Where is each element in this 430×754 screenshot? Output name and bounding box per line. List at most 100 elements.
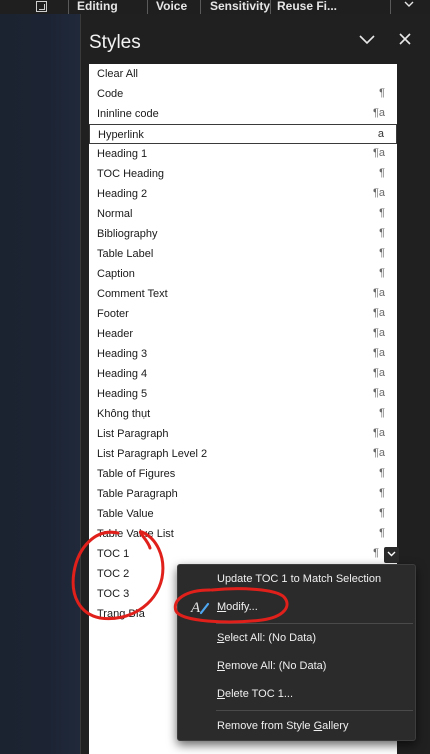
menu-item-select-all[interactable]: Select All: (No Data) (178, 626, 417, 650)
ribbon-group-reuse-files[interactable]: Reuse Fi... (277, 0, 337, 14)
document-background (0, 14, 80, 754)
style-item[interactable]: Heading 4 ¶a (89, 364, 397, 384)
style-type-icon: ¶ (379, 467, 385, 479)
style-name: Hyperlink (98, 129, 144, 141)
style-type-icon: ¶ (373, 547, 379, 559)
menu-item-label: Select All: (No Data) (217, 632, 316, 644)
style-item[interactable]: List Paragraph Level 2 ¶a (89, 444, 397, 464)
style-type-icon: ¶ (379, 207, 385, 219)
style-name: Normal (97, 208, 133, 220)
style-type-icon: ¶ (379, 407, 385, 419)
style-type-icon: ¶ (379, 507, 385, 519)
label-rest: odify... (226, 601, 258, 613)
style-type-icon: ¶a (372, 147, 385, 159)
style-type-icon: ¶ (379, 267, 385, 279)
ribbon-group-editing[interactable]: Editing (77, 0, 118, 14)
style-type-icon: ¶ (379, 227, 385, 239)
ribbon-group-voice[interactable]: Voice (156, 0, 187, 14)
style-item[interactable]: Header ¶a (89, 324, 397, 344)
style-type-icon: ¶a (372, 347, 385, 359)
style-type-icon: ¶a (372, 327, 385, 339)
style-item[interactable]: Không thụt ¶ (89, 404, 397, 424)
accelerator-key: G (313, 720, 323, 732)
style-item[interactable]: List Paragraph ¶a (89, 424, 397, 444)
svg-text:A: A (190, 600, 201, 616)
style-name: Heading 1 (97, 148, 148, 160)
style-item[interactable]: Bibliography ¶ (89, 224, 397, 244)
dialog-launcher-icon[interactable] (36, 1, 47, 12)
ribbon-expand-chevron-icon[interactable] (396, 0, 422, 14)
style-name: Heading 2 (97, 188, 148, 200)
menu-item-modify[interactable]: A Modify... (178, 595, 417, 619)
style-type-icon: ¶a (372, 427, 385, 439)
menu-item-remove-all[interactable]: Remove All: (No Data) (178, 654, 417, 678)
menu-item-update-toc1[interactable]: Update TOC 1 to Match Selection (178, 567, 417, 591)
style-name: List Paragraph (97, 428, 169, 440)
style-name: Caption (97, 268, 135, 280)
style-name: Table Label (97, 248, 154, 260)
style-type-icon: ¶a (372, 447, 385, 459)
style-name: Comment Text (97, 288, 168, 300)
style-name: Ininline code (97, 108, 159, 120)
style-item[interactable]: Clear All (89, 64, 397, 84)
label-rest: elect All: (No Data) (224, 632, 317, 644)
ribbon-separator (147, 0, 148, 14)
style-name: Không thụt (97, 408, 151, 420)
ribbon-separator (200, 0, 201, 14)
label-pre: Remove from Style (217, 720, 314, 732)
pane-options-chevron-icon[interactable] (356, 30, 378, 48)
style-name: Table Paragraph (97, 488, 178, 500)
style-name: Table Value List (97, 528, 174, 540)
style-item[interactable]: Heading 1 ¶a (89, 144, 397, 164)
style-item[interactable]: Table Paragraph ¶ (89, 484, 397, 504)
style-name: TOC 2 (97, 568, 130, 580)
menu-item-label: Delete TOC 1... (217, 688, 293, 700)
style-item[interactable]: Normal ¶ (89, 204, 397, 224)
menu-separator (216, 710, 413, 711)
ribbon-separator (390, 0, 391, 14)
style-item[interactable]: Heading 5 ¶a (89, 384, 397, 404)
style-name: Heading 5 (97, 388, 148, 400)
menu-item-delete-toc1[interactable]: Delete TOC 1... (178, 682, 417, 706)
style-type-icon: ¶ (379, 527, 385, 539)
style-item[interactable]: Heading 2 ¶a (89, 184, 397, 204)
menu-separator (216, 623, 413, 624)
style-item[interactable]: Hyperlink a (89, 124, 397, 144)
pane-title: Styles (89, 32, 141, 53)
style-item[interactable]: Code ¶ (89, 84, 397, 104)
label-rest: emove All: (No Data) (224, 660, 327, 672)
modify-style-icon: A (190, 598, 210, 616)
style-item[interactable]: TOC 1 ¶ (89, 544, 399, 564)
style-name: TOC 3 (97, 588, 130, 600)
style-type-icon: ¶ (379, 87, 385, 99)
accelerator-key: M (217, 601, 227, 613)
style-type-icon: ¶a (372, 387, 385, 399)
style-dropdown-chevron-icon[interactable] (384, 547, 399, 563)
ribbon-separator (270, 0, 271, 14)
style-name: Heading 4 (97, 368, 148, 380)
style-item[interactable]: Table Value ¶ (89, 504, 397, 524)
accelerator-key: R (217, 660, 225, 672)
style-name: List Paragraph Level 2 (97, 448, 208, 460)
style-item[interactable]: Ininline code ¶a (89, 104, 397, 124)
style-name: Table Value (97, 508, 154, 520)
style-item[interactable]: Table Value List ¶ (89, 524, 397, 544)
menu-item-remove-from-gallery[interactable]: Remove from Style Gallery (178, 714, 417, 738)
style-item[interactable]: Footer ¶a (89, 304, 397, 324)
style-item[interactable]: Comment Text ¶a (89, 284, 397, 304)
style-name: Footer (97, 308, 129, 320)
style-name: Header (97, 328, 134, 340)
menu-item-label: Modify... (217, 601, 258, 613)
close-icon[interactable] (395, 29, 415, 49)
style-name: Heading 3 (97, 348, 148, 360)
style-item[interactable]: Caption ¶ (89, 264, 397, 284)
style-item[interactable]: Table Label ¶ (89, 244, 397, 264)
style-type-icon: ¶ (379, 167, 385, 179)
ribbon-group-sensitivity[interactable]: Sensitivity (210, 0, 270, 14)
accelerator-key: D (217, 688, 225, 700)
style-item[interactable]: TOC Heading ¶ (89, 164, 397, 184)
style-item[interactable]: Heading 3 ¶a (89, 344, 397, 364)
style-type-icon: ¶ (379, 487, 385, 499)
style-item[interactable]: Table of Figures ¶ (89, 464, 397, 484)
style-name: Trang Bìa (97, 608, 145, 620)
